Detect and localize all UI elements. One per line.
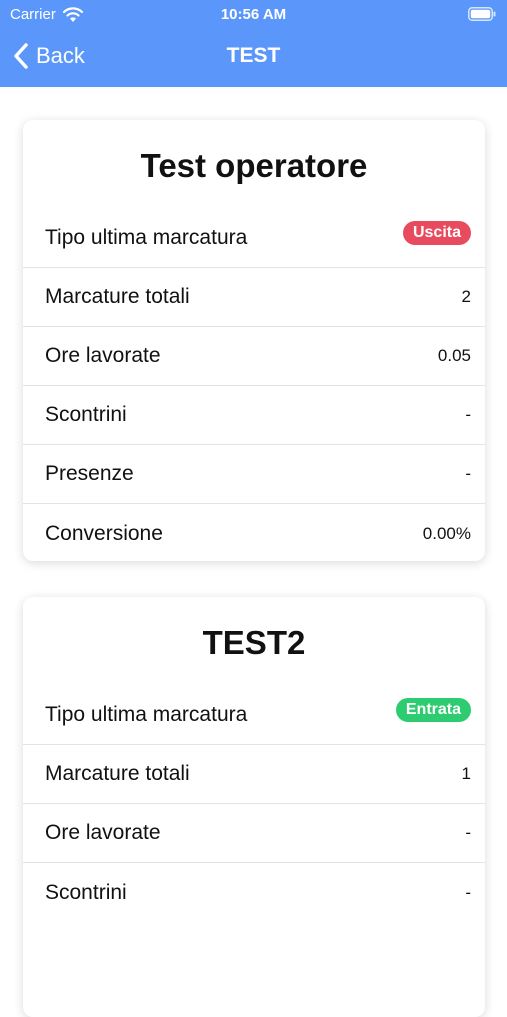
- row-value: 0.00%: [422, 523, 471, 543]
- row-ore-lavorate: Ore lavorate 0.05: [23, 327, 485, 386]
- row-value: -: [465, 464, 471, 483]
- operator-name: TEST2: [202, 623, 306, 661]
- status-badge: Entrata: [395, 698, 471, 722]
- battery-icon: [468, 7, 496, 21]
- row-ore-lavorate: Ore lavorate -: [23, 804, 485, 863]
- row-label: Scontrini: [45, 880, 127, 904]
- row-tipo-ultima-marcatura: Tipo ultima marcatura Entrata: [23, 686, 485, 745]
- row-label: Presenze: [45, 462, 134, 485]
- row-label: Marcature totali: [45, 285, 190, 308]
- row-label: Tipo ultima marcatura: [45, 226, 248, 249]
- row-scontrini: Scontrini -: [23, 386, 485, 445]
- row-scontrini: Scontrini -: [23, 863, 485, 922]
- row-marcature-totali: Marcature totali 2: [23, 268, 485, 327]
- row-marcature-totali: Marcature totali 1: [23, 745, 485, 804]
- status-time: 10:56 AM: [220, 6, 287, 23]
- row-value: 1: [461, 764, 471, 783]
- row-value: 0.05: [437, 346, 471, 365]
- status-bar: Carrier 10:56 AM: [0, 0, 507, 30]
- operator-card: TEST2 Tipo ultima marcatura Entrata Marc…: [23, 597, 485, 1017]
- row-value: 2: [461, 287, 471, 306]
- row-label: Ore lavorate: [45, 344, 161, 367]
- operator-card: Test operatore Tipo ultima marcatura Usc…: [23, 120, 485, 561]
- row-conversione: Conversione 0.00%: [23, 504, 485, 561]
- status-badge: Uscita: [402, 221, 471, 245]
- row-label: Ore lavorate: [45, 821, 161, 844]
- row-label: Scontrini: [45, 403, 127, 426]
- navigation-header: Carrier 10:56 AM Back TEST: [0, 0, 507, 87]
- page-title: TEST: [226, 44, 281, 67]
- row-presenze: Presenze -: [23, 445, 485, 504]
- operator-name: Test operatore: [140, 146, 368, 184]
- row-label: Tipo ultima marcatura: [45, 703, 248, 726]
- row-label: Marcature totali: [45, 762, 190, 785]
- row-value: -: [465, 405, 471, 424]
- row-value: -: [465, 823, 471, 842]
- row-tipo-ultima-marcatura: Tipo ultima marcatura Uscita: [23, 209, 485, 268]
- row-label: Conversione: [45, 521, 163, 545]
